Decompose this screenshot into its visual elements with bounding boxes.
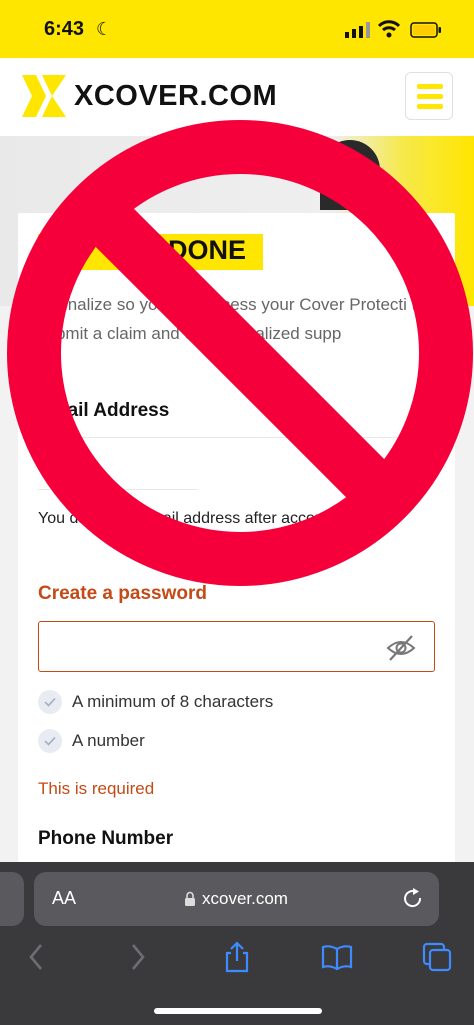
battery-icon [410,22,441,38]
forward-icon[interactable] [120,940,154,974]
email-label: Email Address [38,400,170,421]
email-note: You date your email address after accoun… [38,510,338,527]
tabs-icon[interactable] [420,940,454,974]
requirement-text: A minimum of 8 characters [72,692,274,711]
logo-text[interactable]: XCOVER.COM [74,80,277,113]
previous-tab[interactable] [0,872,24,926]
phone-label: Phone Number [38,828,174,849]
card-heading: DONE [168,235,247,265]
status-time: 6:43 [44,18,85,40]
error-message: This is required [38,779,155,798]
lock-icon [185,891,195,906]
intro-text: t's finalize so you can access your Cove… [38,295,430,343]
hamburger-menu-button[interactable] [405,72,453,120]
hide-password-icon[interactable] [386,634,416,662]
reload-icon[interactable] [400,886,426,912]
xcover-logo-icon[interactable] [22,75,66,117]
email-field[interactable] [38,489,198,490]
hero-person-image [320,140,380,210]
check-icon [38,690,62,714]
check-icon [38,729,62,753]
bookmarks-icon[interactable] [320,940,354,974]
signal-icon [345,22,370,38]
wifi-icon [378,20,400,38]
password-input[interactable] [38,621,435,672]
requirement-text: A number [72,731,145,750]
url-text[interactable]: xcover.com [202,889,288,909]
share-icon[interactable] [220,940,254,974]
password-label: Create a password [38,583,207,604]
moon-icon: ☾ [96,19,113,39]
back-icon[interactable] [20,940,54,974]
reader-options-button[interactable]: AA [52,888,76,909]
home-indicator [154,1008,322,1014]
divider [38,437,434,438]
